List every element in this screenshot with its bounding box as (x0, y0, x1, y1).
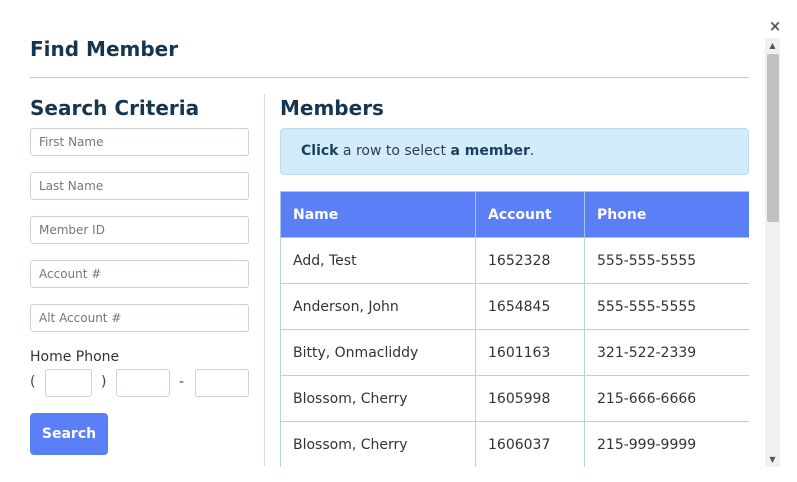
table-row[interactable]: Bitty, Onmacliddy 1601163 321-522-2339 (280, 329, 749, 376)
cell-account: 1652328 (475, 237, 585, 284)
phone-prefix-input[interactable] (116, 369, 170, 397)
members-heading: Members (280, 96, 384, 120)
members-table: Name Account Phone Add, Test 1652328 555… (280, 191, 749, 467)
phone-area-code-input[interactable] (45, 369, 92, 397)
cell-phone: 555-555-5555 (584, 283, 749, 330)
cell-account: 1606037 (475, 421, 585, 467)
table-row[interactable]: Anderson, John 1654845 555-555-5555 (280, 283, 749, 330)
cell-name: Add, Test (280, 237, 476, 284)
table-header-row: Name Account Phone (280, 191, 749, 238)
alt-account-input[interactable] (30, 304, 249, 332)
chevron-up-icon[interactable]: ▲ (765, 38, 780, 53)
phone-dash: - (179, 374, 185, 390)
paren-open: ( (30, 374, 36, 390)
cell-name: Blossom, Cherry (280, 375, 476, 422)
members-table-wrapper: Name Account Phone Add, Test 1652328 555… (280, 191, 749, 467)
table-row[interactable]: Blossom, Cherry 1606037 215-999-9999 (280, 421, 749, 467)
first-name-input[interactable] (30, 128, 249, 156)
cell-phone: 215-999-9999 (584, 421, 749, 467)
find-member-modal: × Find Member Search Criteria Home Phone… (0, 0, 797, 482)
table-row[interactable]: Add, Test 1652328 555-555-5555 (280, 237, 749, 284)
table-row[interactable]: Blossom, Cherry 1605998 215-666-6666 (280, 375, 749, 422)
panel-divider (264, 94, 265, 466)
hint-text: a row to select (338, 143, 451, 159)
cell-name: Anderson, John (280, 283, 476, 330)
column-header-name[interactable]: Name (280, 191, 476, 238)
modal-title: Find Member (30, 37, 179, 61)
home-phone-label: Home Phone (30, 349, 120, 365)
search-criteria-panel: Search Criteria Home Phone ( ) - Search (30, 94, 249, 455)
cell-account: 1654845 (475, 283, 585, 330)
vertical-scrollbar[interactable]: ▲ ▼ (765, 38, 780, 467)
account-input[interactable] (30, 260, 249, 288)
column-header-phone[interactable]: Phone (584, 191, 749, 238)
search-button[interactable]: Search (30, 413, 108, 455)
cell-name: Blossom, Cherry (280, 421, 476, 467)
cell-name: Bitty, Onmacliddy (280, 329, 476, 376)
search-criteria-heading: Search Criteria (30, 96, 200, 120)
chevron-down-icon[interactable]: ▼ (765, 452, 780, 467)
title-divider (30, 77, 749, 78)
cell-phone: 555-555-5555 (584, 237, 749, 284)
hint-click: Click (301, 143, 339, 159)
select-hint: Click a row to select a member. (280, 128, 749, 175)
close-icon[interactable]: × (767, 17, 783, 35)
paren-close: ) (101, 374, 107, 390)
members-panel: Members Click a row to select a member. … (280, 94, 749, 467)
scrollbar-thumb[interactable] (767, 54, 779, 222)
phone-line-input[interactable] (195, 369, 249, 397)
last-name-input[interactable] (30, 172, 249, 200)
hint-member: a member (450, 143, 530, 159)
cell-phone: 215-666-6666 (584, 375, 749, 422)
cell-phone: 321-522-2339 (584, 329, 749, 376)
cell-account: 1605998 (475, 375, 585, 422)
hint-period: . (529, 143, 535, 159)
cell-account: 1601163 (475, 329, 585, 376)
column-header-account[interactable]: Account (475, 191, 585, 238)
member-id-input[interactable] (30, 216, 249, 244)
